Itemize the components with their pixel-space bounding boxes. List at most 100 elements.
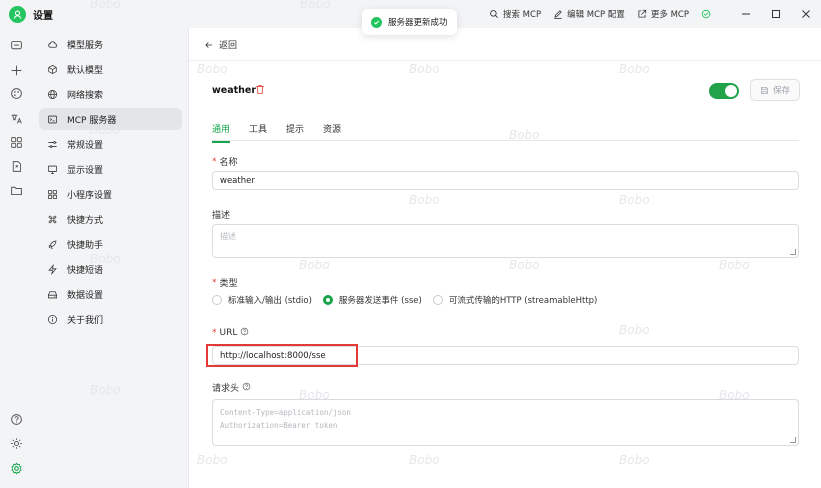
menu-item-label: MCP 服务器 (67, 115, 117, 126)
header-divider (189, 60, 821, 61)
more-mcp-button[interactable]: 更多 MCP (637, 8, 689, 20)
menu-item-quick-assistant[interactable]: 快捷助手 (39, 233, 182, 255)
app-title: 设置 (33, 11, 53, 22)
radio-button[interactable] (432, 295, 443, 305)
delete-server-button[interactable] (255, 84, 265, 98)
menu-item-shortcuts[interactable]: 快捷方式 (39, 208, 182, 230)
menu-item-label: 常规设置 (67, 140, 104, 151)
type-option-stdio[interactable]: 标准输入/输出 (stdio) (212, 294, 312, 306)
watermark: Bobo (619, 453, 650, 467)
save-label: 保存 (772, 86, 790, 96)
menu-item-miniapp-settings[interactable]: 小程序设置 (39, 183, 182, 205)
maximize-button[interactable] (761, 0, 791, 28)
success-check-icon (371, 16, 382, 28)
settings-gear-icon[interactable] (9, 461, 24, 476)
resize-handle[interactable] (790, 437, 796, 443)
close-button[interactable] (791, 0, 821, 28)
name-input[interactable]: weather (212, 171, 799, 190)
search-icon (490, 10, 499, 19)
menu-item-label: 小程序设置 (67, 190, 113, 201)
edit-mcp-config-button[interactable]: 编辑 MCP 配置 (553, 8, 625, 20)
external-link-icon (638, 9, 647, 18)
watermark: Bobo (619, 62, 650, 76)
server-name: weather (212, 85, 257, 96)
radio-label: 可流式传输的HTTP (streamableHttp) (448, 296, 598, 306)
command-icon (48, 215, 57, 223)
required-marker: * (212, 328, 217, 338)
titlebar-actions: 搜索 MCP 编辑 MCP 配置 更多 MCP (489, 0, 711, 28)
headers-help-icon[interactable] (242, 382, 251, 394)
headers-textarea[interactable]: Content-Type=application/json Authorizat… (212, 399, 799, 446)
save-button[interactable]: 保存 (750, 79, 800, 101)
menu-item-label: 网络搜索 (67, 90, 104, 101)
resize-handle[interactable] (790, 249, 796, 255)
watermark: Bobo (299, 258, 330, 272)
description-placeholder: 描述 (220, 232, 236, 241)
success-toast: 服务器更新成功 (362, 9, 457, 35)
apps-grid-icon[interactable] (9, 135, 24, 150)
window-controls (731, 0, 821, 28)
required-marker: * (212, 277, 217, 288)
chat-icon[interactable] (9, 38, 24, 53)
name-label-row: * 名称 (212, 155, 238, 169)
globe-icon (47, 89, 58, 99)
close-icon (802, 10, 810, 18)
arrow-left-icon (205, 41, 213, 48)
watermark: Bobo (619, 323, 650, 337)
search-mcp-button[interactable]: 搜索 MCP (489, 8, 541, 20)
watermark: Bobo (197, 453, 228, 467)
type-label-row: * 类型 (212, 276, 238, 290)
type-option-sse[interactable]: 服务器发送事件 (sse) (322, 294, 422, 306)
watermark: Bobo (409, 193, 440, 207)
menu-item-default-model[interactable]: 默认模型 (39, 58, 182, 80)
menu-item-mcp-servers[interactable]: MCP 服务器 (39, 108, 182, 130)
trash-icon (256, 85, 264, 94)
watermark: Bobo (719, 258, 750, 272)
menu-item-general-settings[interactable]: 常规设置 (39, 133, 182, 155)
minimize-icon (742, 13, 750, 15)
watermark: Bobo (509, 258, 540, 272)
more-mcp-label: 更多 MCP (650, 10, 689, 20)
type-option-streamable-http[interactable]: 可流式传输的HTTP (streamableHttp) (432, 294, 598, 306)
theme-sun-icon[interactable] (9, 436, 24, 451)
headers-label-row: 请求头 (212, 381, 251, 394)
menu-item-model-service[interactable]: 模型服务 (39, 33, 182, 55)
server-enabled-toggle[interactable] (709, 83, 739, 99)
folder-icon[interactable] (9, 183, 24, 198)
back-button[interactable]: 返回 (204, 38, 237, 51)
radio-button-selected[interactable] (322, 295, 333, 305)
translate-icon[interactable] (9, 111, 24, 126)
watermark: Bobo (197, 62, 228, 76)
menu-item-about[interactable]: 关于我们 (39, 308, 182, 330)
radio-button[interactable] (212, 295, 222, 305)
menu-item-label: 快捷助手 (67, 240, 104, 251)
description-textarea[interactable]: 描述 (212, 224, 799, 258)
file-icon[interactable] (9, 159, 24, 174)
menu-item-label: 数据设置 (67, 290, 104, 301)
watermark: Bobo (409, 62, 440, 76)
menu-item-quick-phrases[interactable]: 快捷短语 (39, 258, 182, 280)
help-icon[interactable] (9, 412, 24, 427)
drive-icon (47, 290, 58, 298)
monitor-icon (47, 165, 58, 174)
menu-item-display-settings[interactable]: 显示设置 (39, 158, 182, 180)
minimize-button[interactable] (731, 0, 761, 28)
name-label: 名称 (219, 158, 238, 168)
menu-item-web-search[interactable]: 网络搜索 (39, 83, 182, 105)
menu-item-label: 模型服务 (67, 40, 104, 51)
sparkle-icon[interactable] (9, 63, 24, 78)
settings-menu: 模型服务 默认模型 网络搜索 MCP 服务器 常规设置 显示设置 小程序设置 快… (33, 28, 188, 488)
url-help-icon[interactable] (240, 327, 249, 339)
sliders-icon (48, 140, 57, 148)
headers-placeholder-line: Content-Type=application/json (220, 408, 351, 417)
status-check-icon (701, 9, 711, 19)
headers-placeholder-line: Authorization=Bearer token (220, 421, 338, 430)
edit-mcp-config-label: 编辑 MCP 配置 (567, 10, 625, 20)
menu-item-data-settings[interactable]: 数据设置 (39, 283, 182, 305)
search-mcp-label: 搜索 MCP (502, 10, 542, 20)
maximize-icon (772, 10, 780, 18)
palette-icon[interactable] (9, 86, 24, 101)
pencil-icon (554, 10, 562, 19)
headers-label: 请求头 (212, 384, 240, 394)
url-highlight-box (206, 344, 358, 367)
